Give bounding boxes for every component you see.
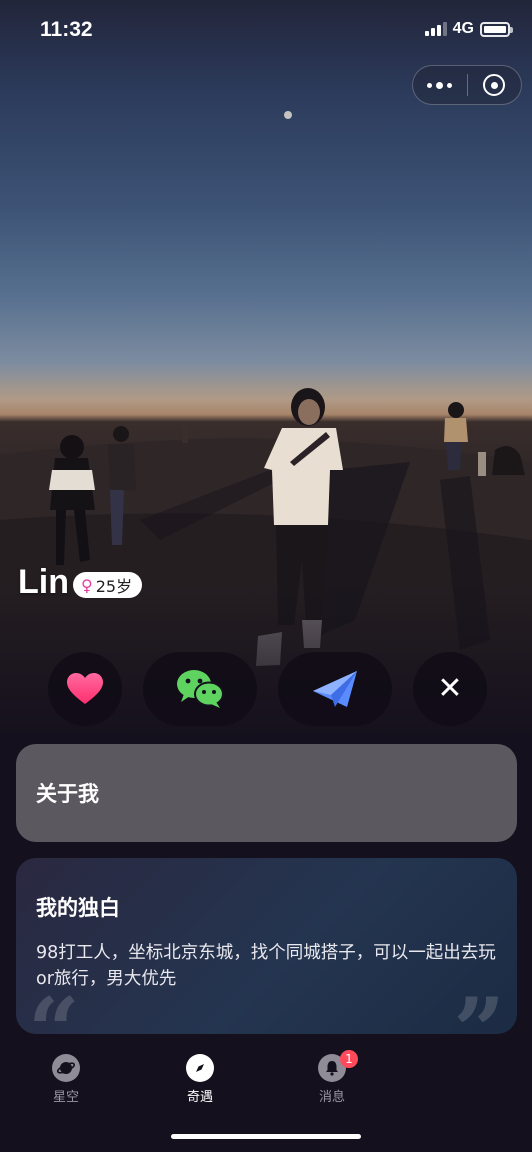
paper-plane-icon — [313, 671, 357, 707]
mini-program-capsule — [412, 65, 522, 105]
wechat-button[interactable] — [143, 652, 257, 726]
tab-encounter[interactable]: 奇遇 — [160, 1054, 240, 1105]
monologue-title: 我的独白 — [36, 896, 120, 920]
profile-name: Lin — [18, 563, 69, 601]
exit-button[interactable] — [468, 66, 522, 104]
target-circle-icon — [483, 74, 506, 96]
planet-icon — [52, 1054, 80, 1082]
tab-starry-sky[interactable]: 星空 — [26, 1054, 106, 1105]
status-time: 11:32 — [40, 18, 93, 41]
close-icon: ✕ — [437, 671, 463, 706]
about-me-card[interactable]: 关于我 — [16, 744, 517, 842]
quote-open-icon: “ — [28, 978, 80, 1034]
female-icon: ♀ — [81, 575, 93, 595]
network-type: 4G — [452, 20, 474, 37]
age-label: 25岁 — [95, 577, 133, 596]
tab-label: 奇遇 — [186, 1090, 213, 1105]
compass-icon — [186, 1054, 214, 1082]
photo-scene — [0, 111, 532, 740]
dismiss-button[interactable]: ✕ — [413, 652, 487, 726]
unread-badge: 1 — [340, 1050, 358, 1068]
more-dots-icon — [427, 81, 453, 89]
wechat-icon — [177, 670, 224, 708]
home-indicator[interactable] — [171, 1134, 361, 1139]
more-button[interactable] — [413, 66, 467, 104]
like-button[interactable] — [48, 652, 122, 726]
profile-photo[interactable] — [0, 0, 532, 740]
send-button[interactable] — [278, 652, 392, 726]
status-indicators: 4G — [424, 20, 513, 38]
monologue-card: 我的独白 98打工人，坐标北京东城，找个同城搭子，可以一起出去玩or旅行，男大优… — [16, 858, 517, 1034]
monologue-text: 98打工人，坐标北京东城，找个同城搭子，可以一起出去玩or旅行，男大优先 — [36, 943, 496, 989]
tab-label: 星空 — [52, 1090, 79, 1105]
gender-age-badge: ♀ 25岁 — [73, 572, 143, 598]
status-bar: 11:32 4G — [0, 0, 532, 58]
bottom-tab-bar: 星空 奇遇 1 消息 — [0, 1040, 532, 1152]
about-me-title: 关于我 — [36, 782, 99, 806]
signal-icon — [424, 22, 447, 36]
tab-messages[interactable]: 1 消息 — [292, 1050, 372, 1105]
tab-label: 消息 — [318, 1090, 345, 1105]
heart-icon — [67, 673, 103, 704]
battery-icon — [480, 21, 513, 37]
quote-close-icon: ” — [453, 978, 505, 1034]
